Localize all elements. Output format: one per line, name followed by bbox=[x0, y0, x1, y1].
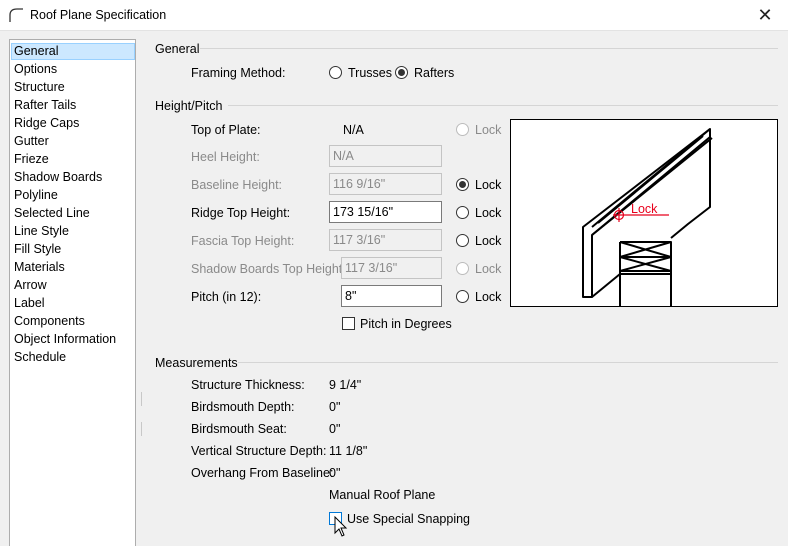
shadow-boards-top-height-field: 117 3/16" bbox=[341, 257, 442, 279]
sidebar-item-arrow[interactable]: Arrow bbox=[11, 277, 135, 294]
sidebar-item-rafter-tails[interactable]: Rafter Tails bbox=[11, 97, 135, 114]
general-divider bbox=[200, 48, 778, 49]
shadow-boards-top-height-label: Shadow Boards Top Height: bbox=[191, 262, 346, 276]
sidebar-item-options[interactable]: Options bbox=[11, 61, 135, 78]
structure-thickness-label: Structure Thickness: bbox=[191, 378, 305, 392]
top-of-plate-label: Top of Plate: bbox=[191, 123, 261, 137]
pitch-label: Pitch (in 12): bbox=[191, 290, 262, 304]
measurements-heading: Measurements bbox=[155, 356, 238, 370]
structure-thickness-value: 9 1/4" bbox=[329, 378, 362, 392]
category-list[interactable]: General Options Structure Rafter Tails R… bbox=[9, 39, 136, 546]
mouse-cursor-icon bbox=[334, 516, 348, 537]
trusses-label[interactable]: Trusses bbox=[348, 66, 392, 80]
sidebar-item-selected-line[interactable]: Selected Line bbox=[11, 205, 135, 222]
rafters-radio[interactable] bbox=[395, 66, 408, 79]
sidebar-item-shadow-boards[interactable]: Shadow Boards bbox=[11, 169, 135, 186]
birdsmouth-seat-value: 0" bbox=[329, 422, 341, 436]
overhang-from-baseline-value: 0" bbox=[329, 466, 341, 480]
height-pitch-divider bbox=[228, 105, 778, 106]
heel-height-field: N/A bbox=[329, 145, 442, 167]
pitch-lock-label[interactable]: Lock bbox=[475, 290, 501, 304]
overhang-from-baseline-label: Overhang From Baseline: bbox=[191, 466, 334, 480]
birdsmouth-seat-label: Birdsmouth Seat: bbox=[191, 422, 287, 436]
baseline-lock-label[interactable]: Lock bbox=[475, 178, 501, 192]
fascia-lock-label[interactable]: Lock bbox=[475, 234, 501, 248]
pitch-in-degrees-checkbox[interactable] bbox=[342, 317, 355, 330]
sidebar-item-frieze[interactable]: Frieze bbox=[11, 151, 135, 168]
ridge-lock-label[interactable]: Lock bbox=[475, 206, 501, 220]
shadow-boards-lock-radio bbox=[456, 262, 469, 275]
fascia-lock-radio[interactable] bbox=[456, 234, 469, 247]
title-bar: Roof Plane Specification ✕ bbox=[0, 0, 788, 31]
window-title: Roof Plane Specification bbox=[30, 8, 167, 22]
sidebar-item-structure[interactable]: Structure bbox=[11, 79, 135, 96]
general-heading: General bbox=[155, 42, 200, 56]
top-of-plate-lock-label: Lock bbox=[475, 123, 502, 137]
sidebar-item-schedule[interactable]: Schedule bbox=[11, 349, 135, 366]
sidebar-item-general[interactable]: General bbox=[11, 43, 135, 60]
ridge-lock-radio[interactable] bbox=[456, 206, 469, 219]
baseline-height-label: Baseline Height: bbox=[191, 178, 283, 192]
sidebar-item-gutter[interactable]: Gutter bbox=[11, 133, 135, 150]
birdsmouth-depth-value: 0" bbox=[329, 400, 341, 414]
framing-method-label: Framing Method: bbox=[191, 66, 286, 80]
sidebar-item-polyline[interactable]: Polyline bbox=[11, 187, 135, 204]
rafters-label[interactable]: Rafters bbox=[414, 66, 454, 80]
vertical-structure-depth-label: Vertical Structure Depth: bbox=[191, 444, 327, 458]
roof-section-preview: Lock bbox=[510, 119, 778, 307]
ridge-top-height-input[interactable]: 173 15/16" bbox=[329, 201, 442, 223]
close-button[interactable]: ✕ bbox=[742, 0, 788, 31]
trusses-radio[interactable] bbox=[329, 66, 342, 79]
pitch-lock-radio[interactable] bbox=[456, 290, 469, 303]
fascia-top-height-label: Fascia Top Height: bbox=[191, 234, 295, 248]
use-special-snapping-label[interactable]: Use Special Snapping bbox=[347, 512, 470, 526]
top-of-plate-lock-radio bbox=[456, 123, 469, 136]
shadow-boards-lock-label: Lock bbox=[475, 262, 502, 276]
measurements-divider bbox=[238, 362, 778, 363]
vertical-structure-depth-value: 11 1/8" bbox=[329, 444, 368, 458]
sidebar-item-ridge-caps[interactable]: Ridge Caps bbox=[11, 115, 135, 132]
baseline-lock-radio[interactable] bbox=[456, 178, 469, 191]
sidebar-item-components[interactable]: Components bbox=[11, 313, 135, 330]
ridge-top-height-label: Ridge Top Height: bbox=[191, 206, 291, 220]
sidebar-item-object-information[interactable]: Object Information bbox=[11, 331, 135, 348]
birdsmouth-depth-label: Birdsmouth Depth: bbox=[191, 400, 295, 414]
roof-section-diagram: Lock bbox=[582, 128, 713, 306]
sidebar-item-line-style[interactable]: Line Style bbox=[11, 223, 135, 240]
height-pitch-heading: Height/Pitch bbox=[155, 99, 223, 113]
close-icon: ✕ bbox=[757, 5, 773, 25]
preview-lock-label: Lock bbox=[631, 202, 658, 216]
baseline-height-field: 116 9/16" bbox=[329, 173, 442, 195]
fascia-top-height-field: 117 3/16" bbox=[329, 229, 442, 251]
sidebar-item-materials[interactable]: Materials bbox=[11, 259, 135, 276]
roof-arc-icon bbox=[9, 8, 23, 22]
pitch-in-degrees-label[interactable]: Pitch in Degrees bbox=[360, 317, 452, 331]
panel-splitter[interactable] bbox=[140, 392, 143, 438]
pitch-input[interactable]: 8" bbox=[341, 285, 442, 307]
heel-height-label: Heel Height: bbox=[191, 150, 260, 164]
sidebar-item-label[interactable]: Label bbox=[11, 295, 135, 312]
manual-roof-plane-label: Manual Roof Plane bbox=[329, 488, 436, 502]
sidebar-item-fill-style[interactable]: Fill Style bbox=[11, 241, 135, 258]
top-of-plate-value: N/A bbox=[343, 123, 364, 137]
